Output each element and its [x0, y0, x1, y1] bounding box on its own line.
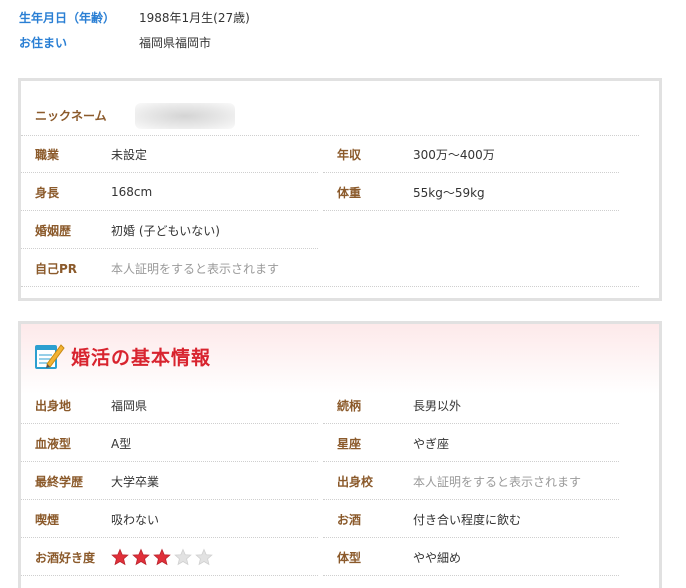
star-empty-icon: [174, 548, 192, 566]
birthdate-row: 生年月日（年齢） 1988年1月生(27歳): [19, 6, 659, 28]
blood-type-field: 血液型 A型: [21, 425, 318, 462]
marriage-value: 初婚 (子どもいない): [111, 223, 220, 238]
drinking-label: お酒: [337, 512, 362, 527]
occupation-field: 職業 未設定: [21, 136, 318, 173]
memo-pencil-icon: [35, 344, 65, 369]
star-filled-icon: [111, 548, 129, 566]
marriage-label: 婚姻歴: [35, 223, 72, 238]
blood-type-value: A型: [111, 436, 132, 451]
occupation-label: 職業: [35, 147, 60, 162]
weight-label: 体重: [337, 185, 362, 200]
smoking-value: 吸わない: [111, 512, 160, 527]
birthdate-value: 1988年1月生(27歳): [139, 10, 250, 25]
star-filled-icon: [153, 548, 171, 566]
top-info: 生年月日（年齢） 1988年1月生(27歳) お住まい 福岡県福岡市: [19, 6, 659, 56]
pr-value: 本人証明をすると表示されます: [111, 261, 280, 276]
drinking-value: 付き合い程度に飲む: [413, 512, 522, 527]
birthplace-label: 出身地: [35, 398, 72, 413]
occupation-value: 未設定: [111, 147, 148, 162]
zodiac-value: やぎ座: [413, 436, 450, 451]
zodiac-label: 星座: [337, 436, 362, 451]
education-field: 最終学歴 大学卒業: [21, 463, 318, 500]
income-value: 300万～400万: [413, 147, 495, 162]
height-field: 身長 168cm: [21, 174, 318, 211]
body-type-label: 体型: [337, 550, 362, 565]
weight-field: 体重 55kg～59kg: [323, 174, 619, 211]
birthplace-field: 出身地 福岡県: [21, 387, 318, 424]
pr-label: 自己PR: [35, 261, 78, 276]
sibling-field: 続柄 長男以外: [323, 387, 619, 424]
smoking-field: 喫煙 吸わない: [21, 501, 318, 538]
drink-preference-label: お酒好き度: [35, 550, 96, 565]
education-value: 大学卒業: [111, 474, 160, 489]
height-value: 168cm: [111, 185, 153, 199]
residence-row: お住まい 福岡県福岡市: [19, 31, 659, 53]
section-title: 婚活の基本情報: [35, 342, 211, 370]
school-field: 出身校 本人証明をすると表示されます: [323, 463, 619, 500]
body-type-field: 体型 やや細め: [323, 539, 619, 576]
drinking-field: お酒 付き合い程度に飲む: [323, 501, 619, 538]
residence-label: お住まい: [19, 35, 68, 50]
profile-card: ニックネーム 職業 未設定 年収 300万～400万 身長 168cm 体重 5…: [18, 78, 662, 301]
section-title-text: 婚活の基本情報: [71, 346, 212, 369]
nickname-blurred-image: [135, 102, 235, 129]
height-label: 身長: [35, 185, 60, 200]
body-type-value: やや細め: [413, 550, 462, 565]
pr-field: 自己PR 本人証明をすると表示されます: [21, 250, 639, 287]
star-filled-icon: [132, 548, 150, 566]
birthplace-value: 福岡県: [111, 398, 148, 413]
star-empty-icon: [195, 548, 213, 566]
school-value: 本人証明をすると表示されます: [413, 474, 582, 489]
nickname-label: ニックネーム: [35, 109, 107, 123]
sibling-value: 長男以外: [413, 398, 462, 413]
blood-type-label: 血液型: [35, 436, 72, 451]
zodiac-field: 星座 やぎ座: [323, 425, 619, 462]
smoking-label: 喫煙: [35, 512, 60, 527]
drink-preference-field: お酒好き度: [21, 539, 318, 576]
sibling-label: 続柄: [337, 398, 362, 413]
residence-value: 福岡県福岡市: [139, 35, 212, 50]
nickname-field: ニックネーム: [21, 96, 639, 136]
marriage-field: 婚姻歴 初婚 (子どもいない): [21, 212, 318, 249]
school-label: 出身校: [337, 474, 374, 489]
konkatsu-card: 婚活の基本情報 出身地 福岡県 続柄 長男以外 血液型 A型 星座 やぎ座 最終…: [18, 321, 662, 588]
drink-preference-rating: [111, 548, 216, 566]
birthdate-label: 生年月日（年齢）: [19, 10, 116, 25]
income-field: 年収 300万～400万: [323, 136, 619, 173]
weight-value: 55kg～59kg: [413, 185, 485, 200]
education-label: 最終学歴: [35, 474, 84, 489]
income-label: 年収: [337, 147, 362, 162]
